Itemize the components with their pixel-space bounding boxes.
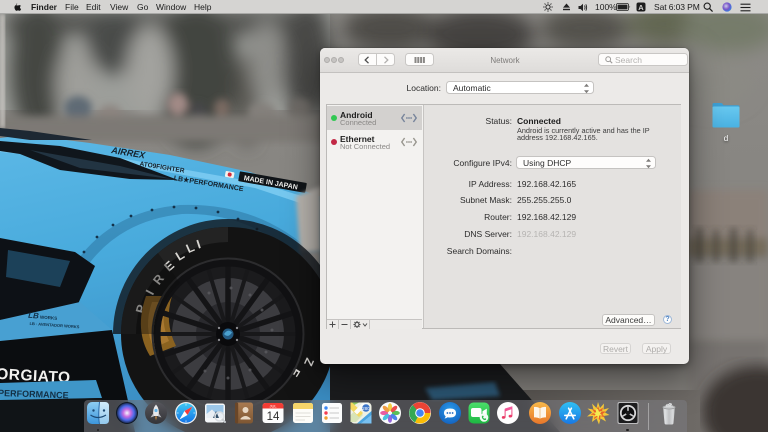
svg-text:280: 280 xyxy=(362,406,370,411)
svg-text:LB: LB xyxy=(28,311,39,321)
svg-text:JUL: JUL xyxy=(269,403,277,408)
svg-text:14: 14 xyxy=(267,411,280,423)
svg-text:A: A xyxy=(638,3,644,12)
